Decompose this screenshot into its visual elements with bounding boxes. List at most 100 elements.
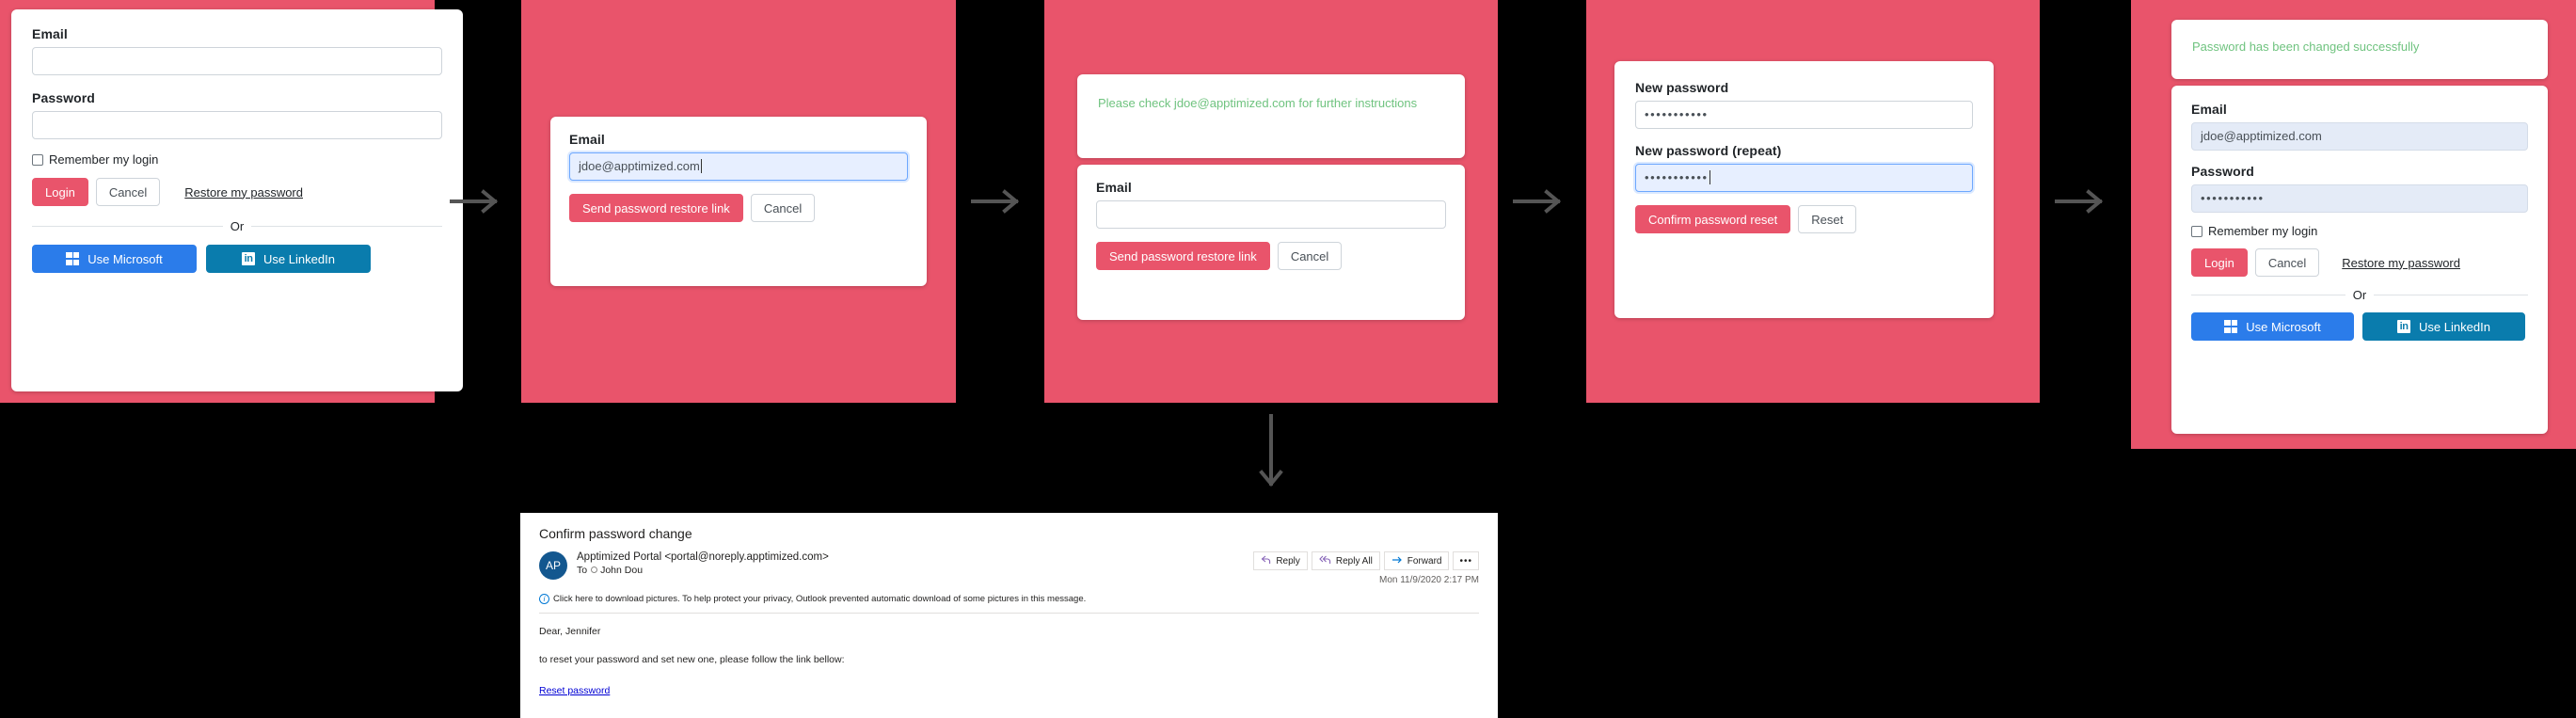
password-value-2: ••••••••••• bbox=[2201, 191, 2265, 205]
use-microsoft-label-2: Use Microsoft bbox=[2246, 319, 2321, 334]
arrow-step1-to-step2 bbox=[450, 188, 506, 219]
use-linkedin-button-2[interactable]: in Use LinkedIn bbox=[2362, 312, 2525, 341]
remember-row[interactable]: Remember my login bbox=[32, 152, 442, 167]
send-restore-link-button-2[interactable]: Send password restore link bbox=[1096, 242, 1270, 270]
restore-password-link-2[interactable]: Restore my password bbox=[2342, 256, 2460, 270]
avatar: AP bbox=[539, 551, 567, 580]
reply-all-icon bbox=[1319, 555, 1331, 567]
email-greeting: Dear, Jennifer bbox=[539, 626, 601, 637]
forward-button[interactable]: Forward bbox=[1383, 551, 1450, 570]
or-label: Or bbox=[230, 219, 245, 233]
changed-notice-text: Password has been changed successfully bbox=[2192, 40, 2420, 54]
restore-cancel-button-2[interactable]: Cancel bbox=[1277, 242, 1343, 270]
cancel-button[interactable]: Cancel bbox=[95, 178, 161, 206]
login-card-2: Email jdoe@apptimized.com Password •••••… bbox=[2171, 86, 2548, 434]
new-password-repeat-input[interactable]: ••••••••••• bbox=[1635, 164, 1973, 192]
password-label-2: Password bbox=[2191, 164, 2254, 179]
restore-request-card: Email jdoe@apptimized.com Send password … bbox=[550, 117, 927, 286]
use-linkedin-label: Use LinkedIn bbox=[263, 251, 335, 266]
email-recipient: To John Dou bbox=[577, 565, 1197, 576]
send-restore-link-button[interactable]: Send password restore link bbox=[569, 194, 743, 222]
password-input[interactable] bbox=[32, 111, 442, 139]
more-actions-button[interactable]: ••• bbox=[1453, 551, 1479, 570]
text-caret-2 bbox=[1709, 170, 1710, 184]
email-from: Apptimized Portal <portal@noreply.apptim… bbox=[577, 551, 829, 563]
use-microsoft-label: Use Microsoft bbox=[87, 251, 163, 266]
or-label-2: Or bbox=[2352, 288, 2367, 302]
reset-button[interactable]: Reset bbox=[1798, 205, 1857, 233]
email-input-2[interactable]: jdoe@apptimized.com bbox=[2191, 122, 2528, 151]
email-date: Mon 11/9/2020 2:17 PM bbox=[1379, 575, 1479, 585]
restore-email-label: Email bbox=[569, 132, 605, 147]
new-password-repeat-value: ••••••••••• bbox=[1645, 170, 1709, 184]
arrow-step4-to-step5 bbox=[2055, 188, 2111, 219]
restore-password-link[interactable]: Restore my password bbox=[184, 185, 303, 199]
sent-notice-card: Please check jdoe@apptimized.com for fur… bbox=[1077, 74, 1465, 158]
email-message-panel: Confirm password change AP Apptimized Po… bbox=[520, 513, 1498, 718]
password-input-2[interactable]: ••••••••••• bbox=[2191, 184, 2528, 213]
confirm-password-reset-button[interactable]: Confirm password reset bbox=[1635, 205, 1791, 233]
sent-notice-text: Please check jdoe@apptimized.com for fur… bbox=[1098, 96, 1418, 110]
linkedin-icon: in bbox=[242, 252, 256, 265]
new-password-value: ••••••••••• bbox=[1645, 107, 1709, 121]
text-caret bbox=[700, 159, 702, 173]
picture-download-notice[interactable]: i Click here to download pictures. To he… bbox=[539, 594, 1479, 604]
restore-email-input[interactable]: jdoe@apptimized.com bbox=[569, 152, 908, 181]
restore-cancel-button[interactable]: Cancel bbox=[750, 194, 816, 222]
arrow-step3-to-email bbox=[1258, 414, 1284, 503]
password-label: Password bbox=[32, 90, 95, 105]
presence-icon bbox=[591, 566, 598, 573]
login-button-2[interactable]: Login bbox=[2191, 248, 2248, 277]
use-linkedin-button[interactable]: in Use LinkedIn bbox=[206, 245, 371, 273]
flow-diagram: Email Password Remember my login Login C… bbox=[0, 0, 2576, 718]
new-password-input[interactable]: ••••••••••• bbox=[1635, 101, 1973, 129]
remember-label-2: Remember my login bbox=[2208, 224, 2318, 238]
restore-email-input-2[interactable] bbox=[1096, 200, 1446, 229]
reply-all-label: Reply All bbox=[1335, 555, 1373, 566]
changed-notice-card: Password has been changed successfully bbox=[2171, 20, 2548, 79]
remember-row-2[interactable]: Remember my login bbox=[2191, 224, 2528, 238]
reply-icon bbox=[1261, 555, 1271, 567]
email-action-bar: Reply Reply All Forward ••• bbox=[1197, 551, 1479, 570]
use-linkedin-label-2: Use LinkedIn bbox=[2419, 319, 2490, 334]
use-microsoft-button-2[interactable]: Use Microsoft bbox=[2191, 312, 2354, 341]
new-password-card: New password ••••••••••• New password (r… bbox=[1614, 61, 1994, 318]
restore-request-card-2: Email Send password restore link Cancel bbox=[1077, 165, 1465, 320]
email-body-text: to reset your password and set new one, … bbox=[539, 654, 845, 665]
arrow-step2-to-step3 bbox=[971, 188, 1027, 219]
login-card: Email Password Remember my login Login C… bbox=[11, 9, 463, 391]
email-label-2: Email bbox=[2191, 102, 2227, 117]
email-input[interactable] bbox=[32, 47, 442, 75]
cancel-button-2[interactable]: Cancel bbox=[2254, 248, 2320, 277]
email-subject: Confirm password change bbox=[539, 526, 692, 541]
divider-right bbox=[251, 226, 443, 227]
reply-button[interactable]: Reply bbox=[1253, 551, 1308, 570]
new-password-label: New password bbox=[1635, 80, 1729, 95]
reset-password-link[interactable]: Reset password bbox=[539, 685, 610, 696]
new-password-repeat-label: New password (repeat) bbox=[1635, 143, 1782, 158]
info-icon: i bbox=[539, 594, 549, 604]
to-prefix: To bbox=[577, 565, 588, 576]
use-microsoft-button[interactable]: Use Microsoft bbox=[32, 245, 197, 273]
reply-all-button[interactable]: Reply All bbox=[1311, 551, 1380, 570]
restore-email-value: jdoe@apptimized.com bbox=[579, 159, 700, 173]
remember-checkbox[interactable] bbox=[32, 153, 43, 166]
email-label: Email bbox=[32, 26, 68, 41]
restore-email-label-2: Email bbox=[1096, 180, 1132, 195]
microsoft-icon-2 bbox=[2224, 320, 2238, 333]
to-name: John Dou bbox=[600, 565, 644, 576]
divider-left bbox=[32, 226, 223, 227]
linkedin-icon-2: in bbox=[2397, 320, 2411, 333]
microsoft-icon bbox=[66, 252, 80, 265]
remember-label: Remember my login bbox=[49, 152, 159, 167]
email-value-2: jdoe@apptimized.com bbox=[2201, 129, 2322, 143]
arrow-step3-to-step4 bbox=[1513, 188, 1569, 219]
login-button[interactable]: Login bbox=[32, 178, 88, 206]
remember-checkbox-2[interactable] bbox=[2191, 225, 2202, 237]
email-divider bbox=[539, 613, 1479, 614]
forward-label: Forward bbox=[1407, 555, 1442, 566]
forward-icon bbox=[1391, 555, 1403, 567]
picture-download-text: Click here to download pictures. To help… bbox=[553, 594, 1087, 604]
reply-label: Reply bbox=[1276, 555, 1300, 566]
ellipsis-icon: ••• bbox=[1459, 555, 1472, 566]
